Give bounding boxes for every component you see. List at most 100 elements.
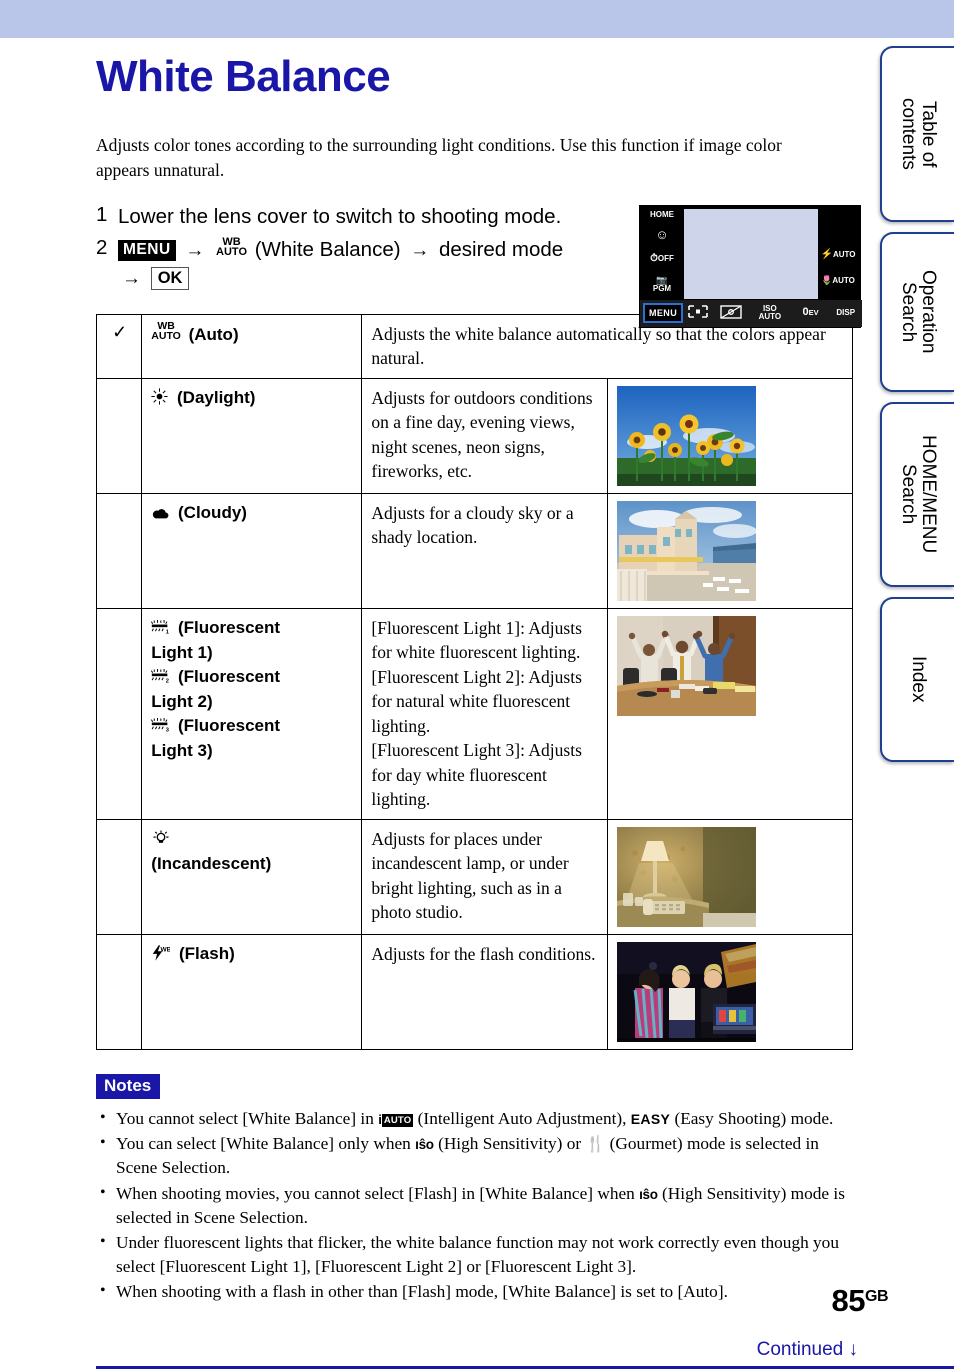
table-row: (Daylight) Adjusts for outdoors conditio… — [95, 377, 854, 494]
mode-label: WB (Flash) — [151, 943, 235, 963]
wb-auto-icon: WB AUTO — [151, 320, 181, 342]
default-checkmark-cell — [95, 377, 143, 494]
description-text: Adjusts for the flash conditions. — [371, 943, 596, 964]
flash-auto-icon[interactable]: ⚡AUTO — [816, 249, 860, 261]
sidebar-tab-home-menu-search[interactable]: HOME/MENU Search — [880, 402, 954, 587]
disp-button[interactable]: DISP — [829, 308, 862, 317]
sidebar-tab-table-of-contents[interactable]: Table of contents — [880, 46, 954, 222]
flash-wb-icon: WB — [151, 944, 172, 967]
camera-left-icons: HOME ☺ ⏱OFF 📷 PGM — [640, 206, 684, 302]
default-checkmark-cell — [95, 933, 143, 1050]
main-content: White Balance Adjusts color tones accord… — [95, 38, 862, 1306]
notes-list: You cannot select [White Balance] in iAU… — [96, 1107, 853, 1305]
note-item: You cannot select [White Balance] in iAU… — [96, 1107, 853, 1131]
description-text-3: [Fluorescent Light 3]: Adjusts for day w… — [371, 740, 582, 810]
program-mode-label: PGM — [652, 284, 672, 294]
step-mid-text: (White Balance) — [254, 238, 401, 262]
wb-auto-icon-bottom: AUTO — [151, 329, 181, 342]
program-mode-icon[interactable]: 📷 PGM — [640, 275, 684, 294]
svg-text:WB: WB — [161, 946, 171, 953]
step-number: 1 — [96, 202, 108, 226]
note-text-a: You cannot select [White Balance] in — [116, 1108, 379, 1128]
description-cell: Adjusts for a cloudy sky or a shady loca… — [361, 492, 608, 609]
svg-text:3: 3 — [166, 727, 169, 732]
table-row: (Cloudy) Adjusts for a cloudy sky or a s… — [95, 492, 854, 609]
note-item: You can select [White Balance] only when… — [96, 1132, 853, 1181]
sample-photo-cell — [606, 492, 854, 609]
default-checkmark-cell — [95, 818, 143, 935]
mode-label: (Cloudy) — [151, 503, 247, 522]
sidebar-tab-index[interactable]: Index — [880, 597, 954, 762]
camera-lcd-area — [684, 208, 818, 299]
note-text-c: (Easy Shooting) mode. — [670, 1108, 834, 1128]
note-text-a: When shooting movies, you cannot select … — [116, 1183, 640, 1203]
focus-icon[interactable] — [683, 305, 714, 320]
procedure-steps: 1 Lower the lens cover to switch to shoo… — [96, 202, 862, 328]
arrow-icon: → — [122, 268, 141, 290]
high-sensitivity-icon: ıŝo — [415, 1136, 434, 1152]
description-cell: Adjusts for outdoors conditions on a fin… — [361, 377, 608, 494]
self-timer-off-icon[interactable]: ⏱OFF — [640, 253, 684, 265]
mode-name: (Flash) — [179, 943, 235, 963]
intro-paragraph: Adjusts color tones according to the sur… — [96, 135, 782, 180]
mode-name: (Auto) — [188, 324, 239, 344]
gourmet-icon: 🍴 — [585, 1135, 606, 1153]
camera-bottom-bar: MENU ISO AUTO 0EV DISP — [640, 299, 862, 327]
menu-button[interactable]: MENU — [643, 303, 684, 324]
mode-label: WB AUTO (Auto) — [151, 320, 239, 344]
default-checkmark-cell — [95, 607, 143, 820]
description-cell: Adjusts for places under incandescent la… — [361, 818, 608, 935]
iso-setting[interactable]: ISO AUTO — [748, 304, 791, 322]
mode-name: (Cloudy) — [178, 502, 247, 522]
sidebar-tab-operation-search[interactable]: Operation Search — [880, 232, 954, 392]
macro-auto-icon[interactable]: 🌷AUTO — [816, 275, 860, 285]
wb-auto-icon: WB AUTO — [216, 236, 248, 259]
menu-button-chip[interactable]: MENU — [118, 240, 176, 261]
page-number-value: 85 — [831, 1283, 866, 1318]
continued-arrow-icon: ↓ — [848, 1339, 859, 1360]
checkmark-icon: ✓ — [112, 321, 128, 342]
sidebar-tab-label: Operation Search — [898, 270, 939, 354]
mode-cell: (Cloudy) — [141, 492, 363, 609]
metering-icon[interactable] — [714, 305, 748, 321]
description-cell: [Fluorescent Light 1]: Adjusts for white… — [361, 607, 608, 820]
sample-photo-cell — [606, 818, 854, 935]
sidebar-tab-label: Table of contents — [898, 98, 939, 170]
mode-cell: (Daylight) — [141, 377, 363, 494]
notes-heading: Notes — [96, 1073, 161, 1099]
sample-photo-cell — [606, 607, 854, 820]
home-icon[interactable]: HOME — [640, 210, 684, 219]
notes-section: Notes You cannot select [White Balance] … — [96, 1073, 853, 1305]
note-item: Under fluorescent lights that flicker, t… — [96, 1231, 853, 1279]
continued-text: Continued — [756, 1339, 844, 1360]
mode-name: (Incandescent) — [151, 854, 272, 874]
smile-shutter-icon[interactable]: ☺ — [640, 228, 684, 242]
default-checkmark-cell — [95, 492, 143, 609]
wb-auto-icon-bottom: AUTO — [216, 246, 248, 259]
arrow-icon: → — [185, 240, 205, 262]
mode-name-line-1: (Fluorescent — [178, 617, 281, 637]
mode-label-fluorescent-1: 1 (Fluorescent Light 1) — [151, 616, 353, 665]
mode-name-line-2: Light 2) — [151, 692, 213, 712]
mode-cell: (Incandescent) — [141, 818, 363, 935]
mode-name: (Daylight) — [177, 387, 256, 407]
side-tab-navigation: Table of contents Operation Search HOME/… — [880, 46, 954, 772]
ev-setting[interactable]: 0EV — [792, 307, 830, 319]
sample-photo-cell — [606, 377, 854, 494]
flash-auto-label: AUTO — [832, 249, 856, 259]
sample-photo-lamp-telephone — [616, 826, 756, 927]
table-row: WB (Flash) Adjusts for the flash conditi… — [95, 933, 854, 1050]
continued-label: Continued ↓ — [757, 1339, 858, 1361]
macro-auto-label: AUTO — [832, 275, 855, 285]
sample-photo-night-flash-portrait — [616, 941, 756, 1042]
description-text-2: [Fluorescent Light 2]: Adjusts for natur… — [371, 666, 582, 736]
ok-button-chip[interactable]: OK — [150, 267, 190, 290]
intelligent-auto-icon: i AUTO — [378, 1111, 414, 1127]
note-text-b: (Intelligent Auto Adjustment), — [413, 1108, 631, 1128]
self-timer-off-label: OFF — [657, 253, 674, 263]
description-text: Adjusts the white balance automatically … — [371, 323, 826, 369]
sidebar-tab-label: HOME/MENU Search — [898, 435, 939, 554]
page-number-suffix: GB — [865, 1288, 889, 1305]
mode-name-line-2: Light 3) — [151, 740, 213, 760]
incandescent-bulb-icon — [151, 829, 171, 852]
